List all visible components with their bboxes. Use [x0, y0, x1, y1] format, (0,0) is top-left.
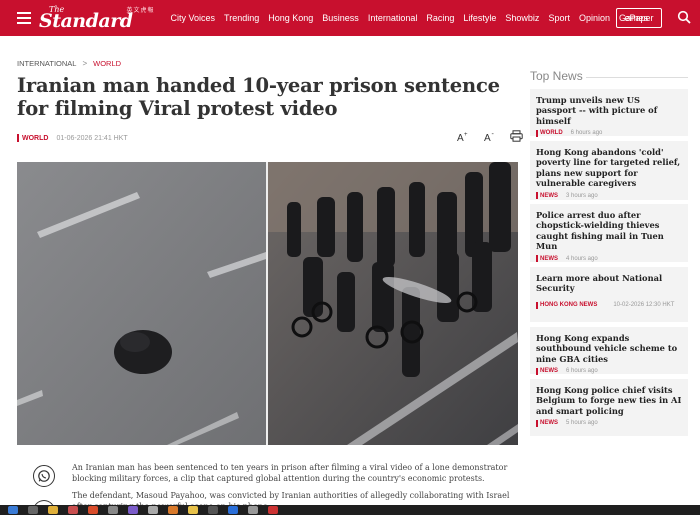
epaper-button[interactable]: ePaper: [616, 8, 662, 28]
menu-icon[interactable]: [17, 12, 31, 24]
category-marker: [536, 419, 538, 427]
app-icon[interactable]: [248, 506, 258, 514]
app-icon[interactable]: [228, 506, 238, 514]
font-increase-icon[interactable]: A +: [455, 129, 470, 143]
print-icon[interactable]: [509, 129, 524, 143]
top-news-meta: NEWS 3 hours ago: [536, 192, 682, 200]
app-icon[interactable]: [148, 506, 158, 514]
app-icon[interactable]: [68, 506, 78, 514]
top-news-meta: WORLD 6 hours ago: [536, 129, 682, 137]
category-marker: [536, 129, 538, 137]
nav-item-racing[interactable]: Racing: [426, 13, 454, 23]
top-news-heading: Top News: [530, 69, 583, 83]
svg-text:A: A: [484, 133, 491, 143]
category-marker: [536, 367, 538, 375]
top-news-meta: HONG KONG NEWS 10-02-2026 12:30 HKT: [536, 301, 682, 309]
whatsapp-share-icon[interactable]: [33, 465, 55, 487]
logo-name: Standard: [39, 9, 133, 32]
app-icon[interactable]: [188, 506, 198, 514]
start-icon[interactable]: [8, 506, 18, 514]
search-icon[interactable]: [677, 10, 691, 24]
top-news-item[interactable]: Hong Kong police chief visits Belgium to…: [530, 379, 688, 436]
top-news-item[interactable]: Trump unveils new US passport -- with pi…: [530, 89, 688, 137]
nav-item-opinion[interactable]: Opinion: [579, 13, 610, 23]
app-icon[interactable]: [108, 506, 118, 514]
nav-item-lifestyle[interactable]: Lifestyle: [463, 13, 496, 23]
top-news-title[interactable]: Trump unveils new US passport -- with pi…: [536, 95, 682, 126]
folder-icon[interactable]: [48, 506, 58, 514]
logo-chinese: 英文虎報: [126, 7, 155, 14]
app-icon[interactable]: [128, 506, 138, 514]
svg-text:A: A: [457, 133, 464, 143]
top-news-title[interactable]: Hong Kong expands southbound vehicle sch…: [536, 333, 682, 364]
article-headline: Iranian man handed 10-year prison senten…: [17, 74, 500, 120]
top-header: The Standard 英文虎報 City Voices Trending H…: [0, 0, 700, 36]
app-icon[interactable]: [268, 506, 278, 514]
article-meta: WORLD 01-06-2026 21:41 HKT: [17, 134, 128, 142]
nav-item-city-voices[interactable]: City Voices: [171, 13, 216, 23]
top-news-category[interactable]: HONG KONG NEWS: [540, 302, 597, 308]
top-news-meta: NEWS 5 hours ago: [536, 419, 682, 427]
article-tools: A + A-: [455, 129, 524, 143]
chevron-right-icon: >: [82, 59, 88, 68]
top-news-meta: NEWS 6 hours ago: [536, 367, 682, 375]
top-news-time: 5 hours ago: [566, 420, 598, 427]
top-news-item[interactable]: Learn more about National Security HONG …: [530, 267, 688, 322]
breadcrumb-international[interactable]: INTERNATIONAL: [17, 59, 76, 68]
site-logo[interactable]: The Standard 英文虎報: [39, 5, 154, 32]
breadcrumb: INTERNATIONAL > WORLD: [17, 59, 121, 68]
svg-text:+: +: [464, 132, 468, 138]
top-news-title[interactable]: Hong Kong police chief visits Belgium to…: [536, 385, 682, 416]
nav-item-hong-kong[interactable]: Hong Kong: [268, 13, 313, 23]
top-news-category[interactable]: NEWS: [540, 256, 558, 262]
top-news-category[interactable]: WORLD: [540, 130, 563, 136]
taskbar-search-icon[interactable]: [28, 506, 38, 514]
top-news-time: 3 hours ago: [566, 192, 598, 199]
top-news-divider: [586, 77, 688, 78]
nav-item-showbiz[interactable]: Showbiz: [505, 13, 539, 23]
article-date: 01-06-2026 21:41 HKT: [56, 134, 128, 142]
top-news-category[interactable]: NEWS: [540, 193, 558, 199]
image-divider: [266, 162, 268, 445]
svg-text:-: -: [491, 131, 494, 138]
top-news-item[interactable]: Hong Kong expands southbound vehicle sch…: [530, 327, 688, 375]
nav-item-trending[interactable]: Trending: [224, 13, 259, 23]
os-taskbar: [0, 505, 700, 515]
main-nav: City Voices Trending Hong Kong Business …: [171, 13, 657, 23]
top-news-item[interactable]: Police arrest duo after chopstick-wieldi…: [530, 204, 688, 263]
article-category[interactable]: WORLD: [22, 135, 48, 142]
top-news-title[interactable]: Learn more about National Security: [536, 273, 682, 294]
top-news-time: 4 hours ago: [566, 255, 598, 262]
category-marker: [17, 134, 19, 142]
top-news-time: 6 hours ago: [570, 130, 603, 137]
category-marker: [536, 301, 538, 309]
top-news-item[interactable]: Hong Kong abandons 'cold' poverty line f…: [530, 141, 688, 200]
app-icon[interactable]: [208, 506, 218, 514]
font-decrease-icon[interactable]: A-: [482, 129, 497, 143]
top-news-time: 10-02-2026 12:30 HKT: [613, 302, 675, 309]
top-news-meta: NEWS 4 hours ago: [536, 255, 682, 263]
category-marker: [536, 192, 538, 200]
top-news-category[interactable]: NEWS: [540, 368, 558, 374]
app-icon[interactable]: [88, 506, 98, 514]
nav-item-business[interactable]: Business: [322, 13, 359, 23]
app-icon[interactable]: [168, 506, 178, 514]
nav-item-international[interactable]: International: [368, 13, 418, 23]
category-marker: [536, 255, 538, 263]
top-news-category[interactable]: NEWS: [540, 420, 558, 426]
nav-item-sport[interactable]: Sport: [548, 13, 570, 23]
breadcrumb-world[interactable]: WORLD: [93, 59, 121, 68]
article-paragraph: An Iranian man has been sentenced to ten…: [72, 463, 508, 483]
top-news-title[interactable]: Hong Kong abandons 'cold' poverty line f…: [536, 147, 682, 188]
top-news-time: 6 hours ago: [566, 368, 598, 375]
top-news-title[interactable]: Police arrest duo after chopstick-wieldi…: [536, 210, 682, 251]
